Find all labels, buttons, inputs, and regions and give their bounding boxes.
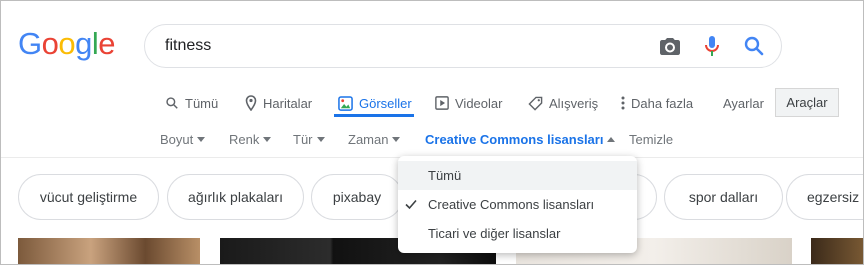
chip-label: spor dalları bbox=[688, 189, 759, 205]
image-thumbnail[interactable] bbox=[18, 238, 200, 264]
caret-down-icon bbox=[316, 136, 325, 142]
play-icon bbox=[435, 96, 449, 110]
camera-icon[interactable] bbox=[658, 34, 682, 58]
related-chip[interactable]: vücut geliştirme bbox=[18, 174, 159, 220]
filter-label: Zaman bbox=[348, 131, 389, 147]
search-icon[interactable] bbox=[742, 34, 766, 58]
more-vert-icon bbox=[621, 96, 625, 110]
logo-letter: o bbox=[58, 26, 76, 61]
chip-label: pixabay bbox=[332, 189, 382, 205]
tab-label: Alışveriş bbox=[549, 95, 599, 111]
filter-usage-rights[interactable]: Creative Commons lisansları bbox=[425, 129, 616, 149]
tab-videos[interactable]: Videolar bbox=[435, 91, 502, 115]
active-tab-indicator bbox=[334, 114, 414, 117]
browser-frame: Google Tümü Haritalar Görseller Video bbox=[0, 0, 864, 265]
tools-button-label: Araçlar bbox=[786, 95, 828, 110]
search-icon bbox=[166, 97, 178, 109]
settings-link[interactable]: Ayarlar bbox=[723, 91, 764, 115]
tab-label: Daha fazla bbox=[631, 95, 694, 111]
tab-label: Görseller bbox=[359, 95, 412, 111]
menu-item-creative-commons[interactable]: Creative Commons lisansları bbox=[398, 190, 637, 219]
logo-letter: o bbox=[41, 26, 59, 61]
tools-filter-row: Boyut Renk Tür Zaman Creative Commons li… bbox=[1, 129, 863, 149]
logo-letter: G bbox=[18, 26, 42, 61]
search-input[interactable] bbox=[165, 34, 645, 58]
search-tabs: Tümü Haritalar Görseller Videolar Alışve… bbox=[1, 91, 863, 117]
filter-label: Tür bbox=[293, 131, 313, 147]
tab-label: Haritalar bbox=[263, 95, 313, 111]
tab-maps[interactable]: Haritalar bbox=[245, 91, 312, 115]
related-chip[interactable]: ağırlık plakaları bbox=[167, 174, 304, 220]
menu-item-label: Ticari ve diğer lisanslar bbox=[428, 226, 561, 241]
caret-down-icon bbox=[392, 136, 401, 142]
filter-clear[interactable]: Temizle bbox=[629, 129, 673, 149]
tab-all[interactable]: Tümü bbox=[165, 91, 218, 115]
image-icon bbox=[338, 95, 353, 111]
usage-rights-menu: Tümü Creative Commons lisansları Ticari … bbox=[398, 156, 637, 253]
chip-label: ağırlık plakaları bbox=[188, 189, 283, 205]
checkmark-icon bbox=[405, 199, 417, 210]
google-logo[interactable]: Google bbox=[18, 26, 116, 62]
logo-letter: e bbox=[98, 26, 116, 61]
map-pin-icon bbox=[245, 95, 257, 111]
filter-type[interactable]: Tür bbox=[293, 129, 325, 149]
filter-label: Boyut bbox=[160, 131, 194, 147]
caret-down-icon bbox=[263, 136, 272, 142]
filter-label: Temizle bbox=[629, 131, 674, 147]
tab-more[interactable]: Daha fazla bbox=[621, 91, 693, 115]
filter-label: Renk bbox=[229, 131, 260, 147]
caret-up-icon bbox=[607, 136, 616, 142]
tab-label: Ayarlar bbox=[723, 95, 764, 111]
menu-item-commercial[interactable]: Ticari ve diğer lisanslar bbox=[398, 219, 637, 248]
menu-item-label: Creative Commons lisansları bbox=[428, 197, 595, 212]
tools-button[interactable]: Araçlar bbox=[775, 88, 839, 117]
tab-images[interactable]: Görseller bbox=[338, 91, 412, 115]
image-thumbnail[interactable] bbox=[811, 238, 863, 264]
filter-color[interactable]: Renk bbox=[229, 129, 272, 149]
search-box bbox=[144, 24, 782, 68]
tag-icon bbox=[528, 96, 543, 111]
chip-label: vücut geliştirme bbox=[39, 189, 138, 205]
related-chip[interactable]: pixabay bbox=[311, 174, 403, 220]
chip-label: egzersiz bbox=[807, 189, 860, 205]
menu-item-label: Tümü bbox=[428, 168, 462, 183]
menu-item-all[interactable]: Tümü bbox=[398, 161, 637, 190]
tab-label: Tümü bbox=[185, 95, 219, 111]
related-chip[interactable]: spor dalları bbox=[664, 174, 783, 220]
tab-label: Videolar bbox=[455, 95, 503, 111]
related-chip[interactable]: egzersiz bbox=[786, 174, 863, 220]
tab-shopping[interactable]: Alışveriş bbox=[528, 91, 598, 115]
filter-size[interactable]: Boyut bbox=[160, 129, 206, 149]
filter-time[interactable]: Zaman bbox=[348, 129, 401, 149]
caret-down-icon bbox=[197, 136, 206, 142]
logo-letter: g bbox=[75, 26, 92, 61]
microphone-icon[interactable] bbox=[700, 34, 724, 58]
filter-label: Creative Commons lisansları bbox=[425, 131, 604, 147]
